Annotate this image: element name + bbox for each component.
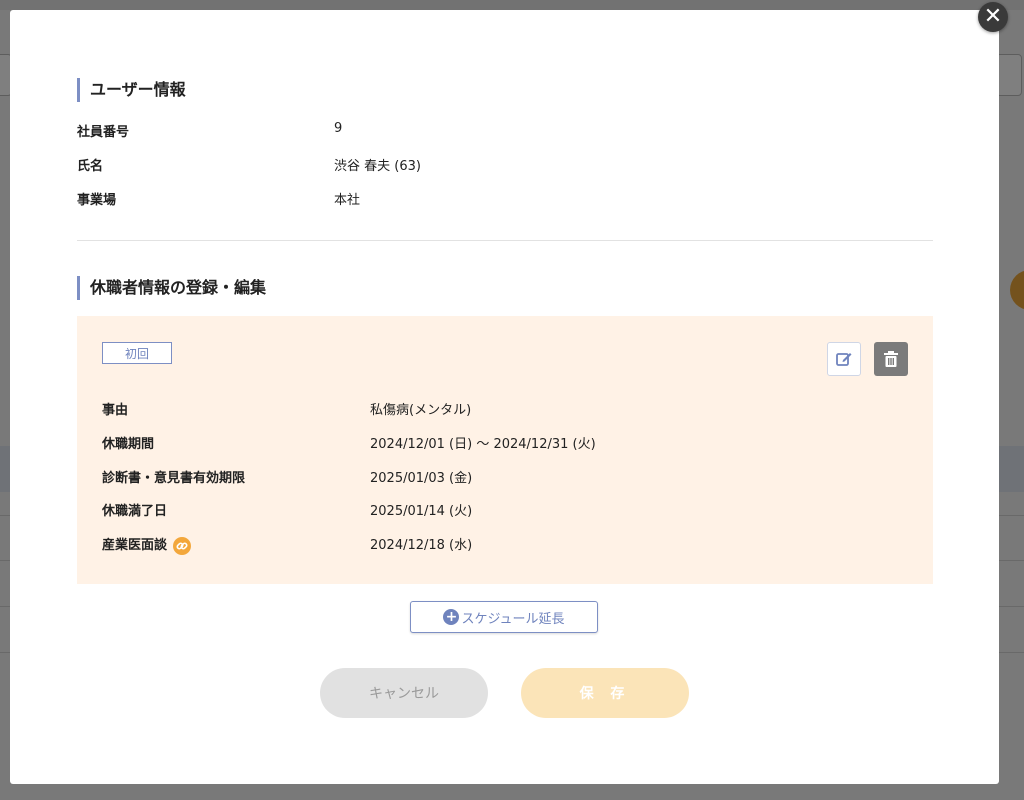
section-divider <box>77 240 933 241</box>
leave-section-title: 休職者情報の登録・編集 <box>77 276 266 300</box>
reason-label: 事由 <box>102 403 129 418</box>
delete-button[interactable] <box>874 342 908 376</box>
edit-icon <box>836 353 852 366</box>
close-icon: ✕ <box>983 4 1003 29</box>
plus-circle-icon: + <box>443 609 460 625</box>
certificate-expiry-value: 2025/01/03 (金) <box>370 471 473 486</box>
workplace-value: 本社 <box>334 193 361 208</box>
name-label: 氏名 <box>77 159 104 174</box>
occupational-doctor-interview-label: 産業医面談 <box>102 534 192 555</box>
employee-number-label: 社員番号 <box>77 125 130 140</box>
leave-end-date-label: 休職満了日 <box>102 504 168 519</box>
cancel-button[interactable]: キャンセル <box>320 668 488 718</box>
leave-end-date-value: 2025/01/14 (火) <box>370 504 473 519</box>
extend-schedule-button[interactable]: + スケジュール延長 <box>410 601 598 633</box>
first-time-tag: 初回 <box>102 342 172 364</box>
trash-icon <box>884 351 898 367</box>
employee-number-value: 9 <box>334 121 343 136</box>
leave-period-label: 休職期間 <box>102 437 155 452</box>
save-button[interactable]: 保 存 <box>521 668 689 718</box>
close-button[interactable]: ✕ <box>978 2 1008 32</box>
reason-value: 私傷病(メンタル) <box>370 403 472 418</box>
leave-period-value: 2024/12/01 (日) 〜 2024/12/31 (火) <box>370 437 596 452</box>
user-info-title: ユーザー情報 <box>77 78 186 102</box>
certificate-expiry-label: 診断書・意見書有効期限 <box>102 471 246 486</box>
workplace-label: 事業場 <box>77 193 117 208</box>
leave-record-card: 初回 事由 私傷病(メンタル) 休職期間 2024/12/01 (日) 〜 20… <box>77 316 933 584</box>
occupational-doctor-interview-text: 産業医面談 <box>102 538 168 553</box>
link-icon[interactable] <box>173 536 192 555</box>
leave-edit-modal: ユーザー情報 社員番号 9 氏名 渋谷 春夫 (63) 事業場 本社 休職者情報… <box>10 10 999 784</box>
name-value: 渋谷 春夫 (63) <box>334 159 421 174</box>
edit-button[interactable] <box>827 342 861 376</box>
extend-schedule-label: スケジュール延長 <box>461 611 565 627</box>
occupational-doctor-interview-value: 2024/12/18 (水) <box>370 538 473 553</box>
